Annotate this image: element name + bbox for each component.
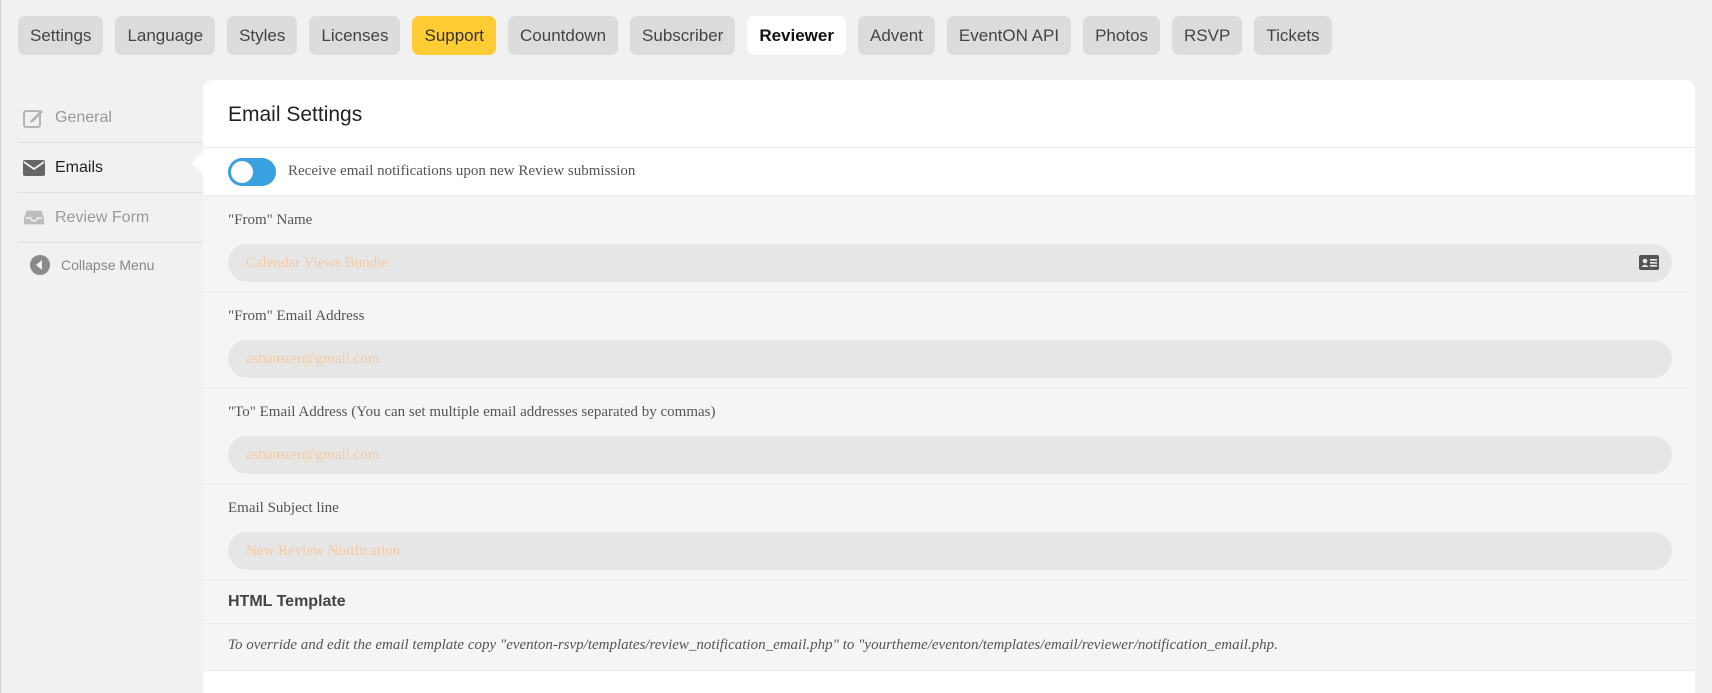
tab-countdown[interactable]: Countdown xyxy=(508,16,619,55)
tab-subscriber[interactable]: Subscriber xyxy=(630,16,736,55)
tab-support[interactable]: Support xyxy=(412,16,497,55)
subject-label: Email Subject line xyxy=(228,500,339,516)
sidebar-item-label: Collapse Menu xyxy=(61,257,155,273)
tab-rsvp[interactable]: RSVP xyxy=(1172,16,1243,55)
from-email-label: "From" Email Address xyxy=(228,308,365,324)
to-email-input[interactable] xyxy=(228,436,1672,474)
notification-toggle[interactable] xyxy=(228,157,276,186)
tab-licenses[interactable]: Licenses xyxy=(309,16,401,55)
subject-input[interactable] xyxy=(228,532,1672,570)
notification-toggle-row: Receive email notifications upon new Rev… xyxy=(203,148,1695,196)
sidebar: General Emails Review Form Collapse Menu xyxy=(18,93,203,287)
from-name-input[interactable] xyxy=(228,244,1672,282)
collapse-icon xyxy=(29,254,51,276)
tab-settings[interactable]: Settings xyxy=(18,16,104,55)
tab-tickets[interactable]: Tickets xyxy=(1254,16,1332,55)
email-settings-panel: Email Settings Receive email notificatio… xyxy=(203,80,1695,693)
inbox-icon xyxy=(23,207,45,229)
tab-reviewer[interactable]: Reviewer xyxy=(747,16,846,55)
html-template-heading: HTML Template xyxy=(203,580,1695,624)
tab-photos[interactable]: Photos xyxy=(1083,16,1161,55)
toggle-knob xyxy=(231,160,253,183)
tab-advent[interactable]: Advent xyxy=(857,16,935,55)
active-pointer xyxy=(192,152,203,174)
from-email-input[interactable] xyxy=(228,340,1672,378)
tab-eventon-api[interactable]: EventON API xyxy=(946,16,1072,55)
sidebar-item-emails[interactable]: Emails xyxy=(18,143,203,193)
page-title: Email Settings xyxy=(203,80,1695,148)
tab-language[interactable]: Language xyxy=(115,16,216,55)
from-name-label: "From" Name xyxy=(228,212,313,228)
to-email-row: "To" Email Address (You can set multiple… xyxy=(203,388,1695,484)
toggle-label: Receive email notifications upon new Rev… xyxy=(288,163,636,179)
tab-styles[interactable]: Styles xyxy=(227,16,298,55)
sidebar-item-label: Emails xyxy=(55,158,104,176)
subject-row: Email Subject line xyxy=(203,484,1695,580)
from-name-row: "From" Name xyxy=(203,196,1695,292)
sidebar-item-review-form[interactable]: Review Form xyxy=(18,193,203,243)
envelope-icon xyxy=(23,157,45,179)
sidebar-item-label: Review Form xyxy=(55,208,150,226)
from-email-row: "From" Email Address xyxy=(203,292,1695,388)
collapse-menu-button[interactable]: Collapse Menu xyxy=(18,243,203,287)
edit-icon xyxy=(23,107,45,129)
top-tabs: Settings Language Styles Licenses Suppor… xyxy=(18,16,1344,55)
id-card-icon[interactable] xyxy=(1639,255,1659,275)
to-email-label: "To" Email Address (You can set multiple… xyxy=(228,404,716,420)
sidebar-item-label: General xyxy=(55,108,112,126)
sidebar-item-general[interactable]: General xyxy=(18,93,203,143)
html-template-note: To override and edit the email template … xyxy=(203,624,1695,671)
